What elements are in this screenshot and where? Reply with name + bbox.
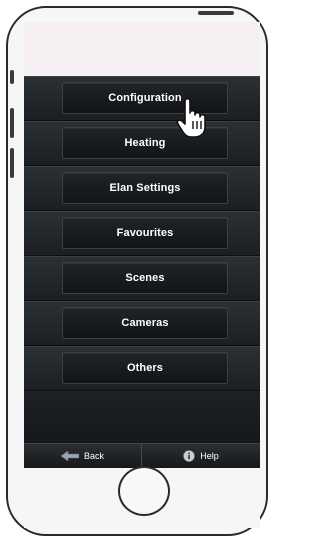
back-button[interactable]: Back (24, 444, 142, 468)
heating-label: Heating (124, 137, 166, 149)
app-screen: Configuration Heating Elan Settings Favo… (24, 76, 260, 468)
menu-row-cameras: Cameras (24, 301, 260, 346)
menu-row-heating: Heating (24, 121, 260, 166)
elan-settings-button[interactable]: Elan Settings (62, 172, 228, 204)
menu-row-configuration: Configuration (24, 76, 260, 121)
others-label: Others (126, 362, 164, 374)
elan-settings-label: Elan Settings (109, 182, 181, 194)
menu-row-favourites: Favourites (24, 211, 260, 256)
hand-pointer-icon (175, 95, 215, 139)
top-bezel (24, 22, 260, 76)
favourites-button[interactable]: Favourites (62, 217, 228, 249)
back-label: Back (83, 451, 104, 461)
menu-row-elan-settings: Elan Settings (24, 166, 260, 211)
favourites-label: Favourites (116, 227, 174, 239)
empty-list-area (24, 392, 260, 443)
scenes-label: Scenes (125, 272, 165, 284)
info-icon (183, 450, 196, 462)
help-button[interactable]: Help (142, 444, 260, 468)
others-button[interactable]: Others (62, 352, 228, 384)
help-label: Help (200, 451, 219, 461)
menu-row-others: Others (24, 346, 260, 391)
cameras-label: Cameras (121, 317, 169, 329)
menu-row-scenes: Scenes (24, 256, 260, 301)
bottom-toolbar: Back Help (24, 443, 260, 468)
back-arrow-icon (60, 451, 79, 461)
scenes-button[interactable]: Scenes (62, 262, 228, 294)
volume-down-button (10, 148, 14, 178)
configuration-label: Configuration (108, 92, 182, 104)
cameras-button[interactable]: Cameras (62, 307, 228, 339)
volume-up-button (10, 108, 14, 138)
mute-switch (10, 70, 14, 84)
home-button[interactable] (118, 466, 170, 516)
power-button (198, 11, 234, 15)
